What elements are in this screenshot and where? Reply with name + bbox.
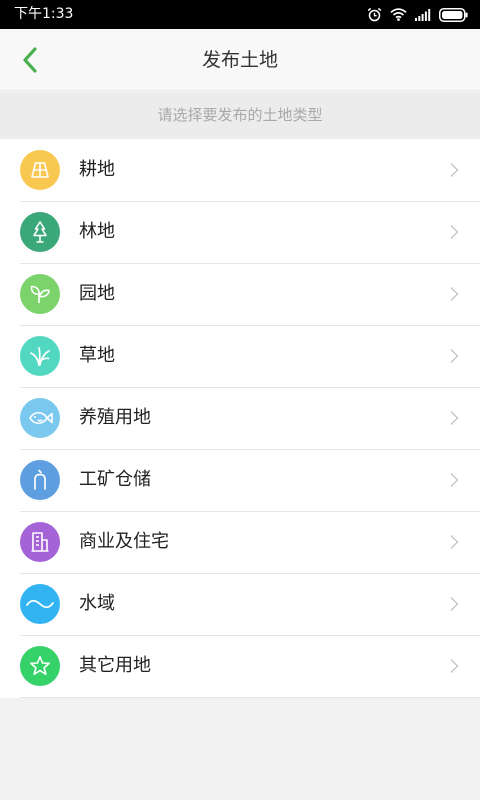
chevron-right-icon [450,225,459,239]
signal-icon [415,8,431,21]
land-item-water[interactable]: 水域 [0,573,480,635]
list-divider [20,697,480,698]
land-item-garden[interactable]: 园地 [0,263,480,325]
mine-icon [20,460,60,500]
sprout-icon [20,274,60,314]
land-item-grassland[interactable]: 草地 [0,325,480,387]
fish-icon [20,398,60,438]
wifi-icon [390,8,407,21]
building-icon [20,522,60,562]
back-button[interactable] [10,41,50,79]
chevron-right-icon [450,659,459,673]
tree-icon [20,212,60,252]
status-bar: 下午1:33 [0,0,480,29]
land-item-label: 商业及住宅 [79,531,169,552]
chevron-right-icon [450,287,459,301]
farmland-icon [20,150,60,190]
land-item-label: 林地 [79,221,115,242]
prompt-bar: 请选择要发布的土地类型 [0,92,480,139]
chevron-right-icon [450,349,459,363]
land-item-label: 园地 [79,283,115,304]
chevron-right-icon [450,163,459,177]
alarm-icon [367,7,382,22]
land-item-label: 工矿仓储 [79,469,151,490]
chevron-right-icon [450,597,459,611]
land-type-list: 耕地 林地 园地 草地 养殖用地 工矿仓储 商业及住宅 水域 其它用地 [0,139,480,698]
page-title: 发布土地 [201,49,278,71]
land-item-industrial-storage[interactable]: 工矿仓储 [0,449,480,511]
status-icons [367,5,468,24]
land-item-farmland[interactable]: 耕地 [0,139,480,201]
chevron-right-icon [450,473,459,487]
star-icon [20,646,60,686]
grass-icon [20,336,60,376]
land-item-label: 耕地 [79,159,115,180]
land-item-aquaculture[interactable]: 养殖用地 [0,387,480,449]
chevron-right-icon [450,411,459,425]
chevron-right-icon [450,535,459,549]
land-item-commercial-residential[interactable]: 商业及住宅 [0,511,480,573]
chevron-left-icon [23,47,37,73]
status-time: 下午1:33 [14,6,74,22]
land-item-label: 草地 [79,345,115,366]
app-bar: 发布土地 [0,29,480,91]
land-item-label: 养殖用地 [79,407,151,428]
land-item-label: 其它用地 [79,655,151,676]
water-icon [20,584,60,624]
land-item-forest[interactable]: 林地 [0,201,480,263]
battery-icon [439,7,468,22]
land-item-label: 水域 [79,593,115,614]
land-item-other[interactable]: 其它用地 [0,635,480,697]
